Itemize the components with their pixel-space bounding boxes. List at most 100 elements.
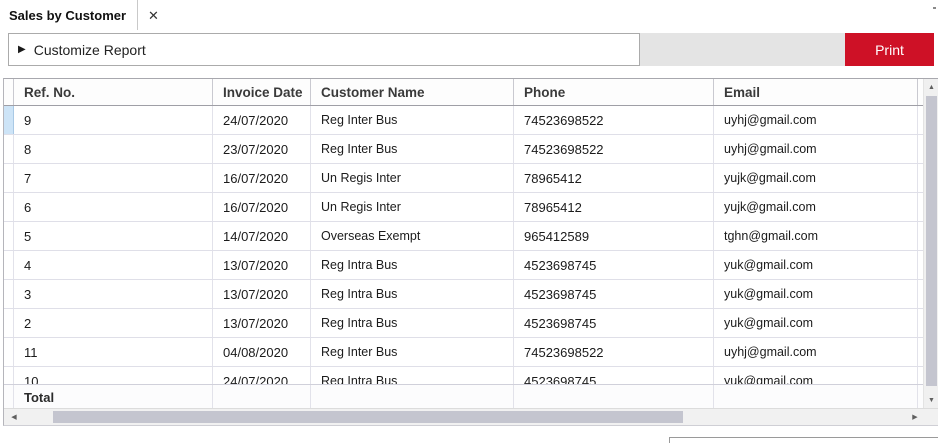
- column-header-email[interactable]: Email: [714, 79, 918, 105]
- row-selector-cell[interactable]: [4, 280, 14, 308]
- cell-invoice-date[interactable]: 16/07/2020: [213, 164, 311, 192]
- table-total-row: Total: [4, 384, 938, 409]
- cell-email[interactable]: tghn@gmail.com: [714, 222, 918, 250]
- row-selector-cell[interactable]: [4, 135, 14, 163]
- column-header-invoice-date[interactable]: Invoice Date: [213, 79, 311, 105]
- table-row[interactable]: 9 24/07/2020 Reg Inter Bus 74523698522 u…: [4, 106, 938, 135]
- customize-report-label: Customize Report: [33, 41, 146, 58]
- print-button[interactable]: Print: [845, 33, 934, 66]
- tab-separator: [137, 0, 138, 30]
- sales-by-customer-table: Ref. No. Invoice Date Customer Name Phon…: [3, 78, 938, 426]
- cell-phone[interactable]: 74523698522: [514, 106, 714, 134]
- cell-email[interactable]: uyhj@gmail.com: [714, 338, 918, 366]
- horizontal-scrollbar-thumb[interactable]: [53, 411, 683, 423]
- tab-title: Sales by Customer: [9, 7, 127, 23]
- cell-ref-no[interactable]: 10: [14, 367, 213, 384]
- customize-report-expander[interactable]: ▶ Customize Report: [8, 33, 640, 66]
- header-selector-cell: [4, 79, 14, 105]
- cell-ref-no[interactable]: 4: [14, 251, 213, 279]
- table-header-row: Ref. No. Invoice Date Customer Name Phon…: [4, 79, 938, 106]
- cell-invoice-date[interactable]: 23/07/2020: [213, 135, 311, 163]
- table-row[interactable]: 7 16/07/2020 Un Regis Inter 78965412 yuj…: [4, 164, 938, 193]
- row-selector-cell[interactable]: [4, 164, 14, 192]
- cell-phone[interactable]: 74523698522: [514, 338, 714, 366]
- tab-sales-by-customer[interactable]: Sales by Customer ✕: [0, 0, 159, 30]
- cell-invoice-date[interactable]: 13/07/2020: [213, 280, 311, 308]
- table-row[interactable]: 2 13/07/2020 Reg Intra Bus 4523698745 yu…: [4, 309, 938, 338]
- table-row[interactable]: 6 16/07/2020 Un Regis Inter 78965412 yuj…: [4, 193, 938, 222]
- cell-phone[interactable]: 74523698522: [514, 135, 714, 163]
- row-selector-cell[interactable]: [4, 222, 14, 250]
- cell-invoice-date[interactable]: 24/07/2020: [213, 367, 311, 384]
- cell-customer-name[interactable]: Reg Inter Bus: [311, 106, 514, 134]
- row-selector-cell[interactable]: [4, 367, 14, 384]
- cell-invoice-date[interactable]: 04/08/2020: [213, 338, 311, 366]
- cell-ref-no[interactable]: 3: [14, 280, 213, 308]
- cell-customer-name[interactable]: Reg Intra Bus: [311, 367, 514, 384]
- row-selector-cell[interactable]: [4, 193, 14, 221]
- cell-ref-no[interactable]: 2: [14, 309, 213, 337]
- cell-phone[interactable]: 4523698745: [514, 309, 714, 337]
- cell-ref-no[interactable]: 6: [14, 193, 213, 221]
- table-row[interactable]: 3 13/07/2020 Reg Intra Bus 4523698745 yu…: [4, 280, 938, 309]
- table-body: 9 24/07/2020 Reg Inter Bus 74523698522 u…: [4, 106, 938, 384]
- cell-invoice-date[interactable]: 24/07/2020: [213, 106, 311, 134]
- row-selector-cell[interactable]: [4, 251, 14, 279]
- cell-email[interactable]: yuk@gmail.com: [714, 309, 918, 337]
- column-header-ref-no[interactable]: Ref. No.: [14, 79, 213, 105]
- cell-phone[interactable]: 78965412: [514, 193, 714, 221]
- total-selector-cell: [4, 385, 14, 409]
- cell-invoice-date[interactable]: 14/07/2020: [213, 222, 311, 250]
- cell-phone[interactable]: 4523698745: [514, 367, 714, 384]
- row-selector-cell[interactable]: [4, 106, 14, 134]
- total-label: Total: [14, 385, 213, 409]
- cell-ref-no[interactable]: 5: [14, 222, 213, 250]
- cell-ref-no[interactable]: 9: [14, 106, 213, 134]
- cell-invoice-date[interactable]: 16/07/2020: [213, 193, 311, 221]
- cell-email[interactable]: yuk@gmail.com: [714, 280, 918, 308]
- table-row[interactable]: 11 04/08/2020 Reg Inter Bus 74523698522 …: [4, 338, 938, 367]
- cell-ref-no[interactable]: 8: [14, 135, 213, 163]
- cell-phone[interactable]: 78965412: [514, 164, 714, 192]
- screen-edge-artifact: [933, 7, 936, 9]
- cell-customer-name[interactable]: Reg Inter Bus: [311, 338, 514, 366]
- cell-ref-no[interactable]: 7: [14, 164, 213, 192]
- cell-email[interactable]: yujk@gmail.com: [714, 164, 918, 192]
- cell-email[interactable]: uyhj@gmail.com: [714, 106, 918, 134]
- cell-customer-name[interactable]: Un Regis Inter: [311, 193, 514, 221]
- vertical-scrollbar[interactable]: ▲ ▼: [923, 79, 938, 409]
- horizontal-scrollbar[interactable]: ◀ ▶: [4, 408, 938, 425]
- cell-phone[interactable]: 4523698745: [514, 251, 714, 279]
- table-row[interactable]: 5 14/07/2020 Overseas Exempt 965412589 t…: [4, 222, 938, 251]
- expander-arrow-icon: ▶: [18, 44, 26, 55]
- cell-invoice-date[interactable]: 13/07/2020: [213, 251, 311, 279]
- scroll-left-icon[interactable]: ◀: [6, 409, 22, 425]
- tab-close-icon[interactable]: ✕: [148, 9, 159, 22]
- scroll-right-icon[interactable]: ▶: [907, 409, 923, 425]
- scroll-down-icon[interactable]: ▼: [924, 393, 938, 408]
- cell-email[interactable]: uyhj@gmail.com: [714, 135, 918, 163]
- cell-customer-name[interactable]: Reg Inter Bus: [311, 135, 514, 163]
- scroll-up-icon[interactable]: ▲: [924, 80, 938, 95]
- table-row[interactable]: 8 23/07/2020 Reg Inter Bus 74523698522 u…: [4, 135, 938, 164]
- cell-phone[interactable]: 965412589: [514, 222, 714, 250]
- cell-customer-name[interactable]: Reg Intra Bus: [311, 280, 514, 308]
- cell-customer-name[interactable]: Reg Intra Bus: [311, 309, 514, 337]
- cell-email[interactable]: yuk@gmail.com: [714, 251, 918, 279]
- tab-bar: Sales by Customer ✕: [0, 0, 938, 30]
- cell-email[interactable]: yujk@gmail.com: [714, 193, 918, 221]
- cell-invoice-date[interactable]: 13/07/2020: [213, 309, 311, 337]
- row-selector-cell[interactable]: [4, 338, 14, 366]
- cell-email[interactable]: yuk@gmail.com: [714, 367, 918, 384]
- column-header-phone[interactable]: Phone: [514, 79, 714, 105]
- cell-ref-no[interactable]: 11: [14, 338, 213, 366]
- table-row[interactable]: 4 13/07/2020 Reg Intra Bus 4523698745 yu…: [4, 251, 938, 280]
- cell-phone[interactable]: 4523698745: [514, 280, 714, 308]
- cell-customer-name[interactable]: Overseas Exempt: [311, 222, 514, 250]
- vertical-scrollbar-thumb[interactable]: [926, 96, 937, 386]
- cell-customer-name[interactable]: Un Regis Inter: [311, 164, 514, 192]
- table-row[interactable]: 10 24/07/2020 Reg Intra Bus 4523698745 y…: [4, 367, 938, 384]
- row-selector-cell[interactable]: [4, 309, 14, 337]
- cell-customer-name[interactable]: Reg Intra Bus: [311, 251, 514, 279]
- column-header-customer-name[interactable]: Customer Name: [311, 79, 514, 105]
